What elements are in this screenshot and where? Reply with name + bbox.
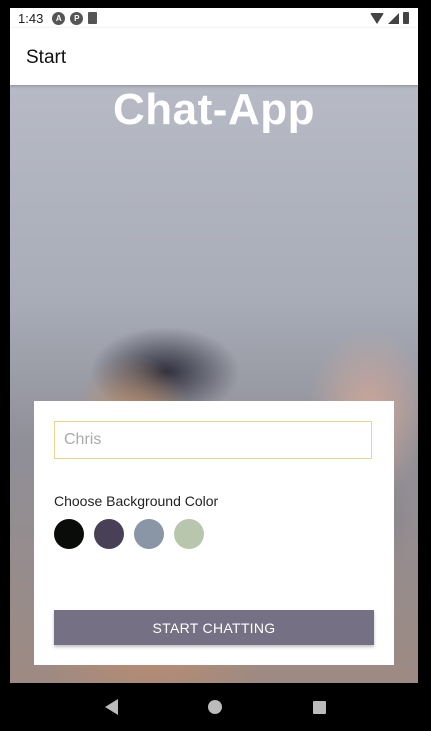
device-screen: 1:43 A P Start Chat-App Choose Backgroun… xyxy=(0,0,431,731)
color-swatches xyxy=(54,519,204,549)
p-icon: P xyxy=(70,11,84,25)
a-icon: A xyxy=(52,11,66,25)
back-icon[interactable] xyxy=(105,699,119,715)
navigation-bar xyxy=(0,683,431,731)
signal-icon xyxy=(388,12,399,24)
background-image: Chat-App Choose Background Color START C… xyxy=(10,85,418,683)
status-time: 1:43 xyxy=(18,10,44,26)
color-swatch-gray-blue[interactable] xyxy=(134,519,164,549)
choose-color-label: Choose Background Color xyxy=(54,493,219,509)
color-swatch-purple[interactable] xyxy=(94,519,124,549)
status-icons-left: A P xyxy=(52,11,98,25)
home-icon[interactable] xyxy=(208,700,223,714)
start-form-card: Choose Background Color START CHATTING xyxy=(34,401,394,665)
app-bar-title: Start xyxy=(26,47,67,68)
color-swatch-green[interactable] xyxy=(174,519,204,549)
wifi-icon xyxy=(370,12,384,24)
start-chatting-button[interactable]: START CHATTING xyxy=(54,610,374,645)
status-bar: 1:43 A P xyxy=(10,8,418,28)
app-bar: Start xyxy=(10,28,418,85)
color-swatch-black[interactable] xyxy=(54,519,84,549)
recents-icon[interactable] xyxy=(312,700,326,714)
battery-icon xyxy=(403,12,409,24)
page-title: Chat-App xyxy=(113,85,315,134)
status-icons-right xyxy=(370,12,409,24)
sd-card-icon xyxy=(88,12,98,24)
name-input[interactable] xyxy=(54,421,372,459)
